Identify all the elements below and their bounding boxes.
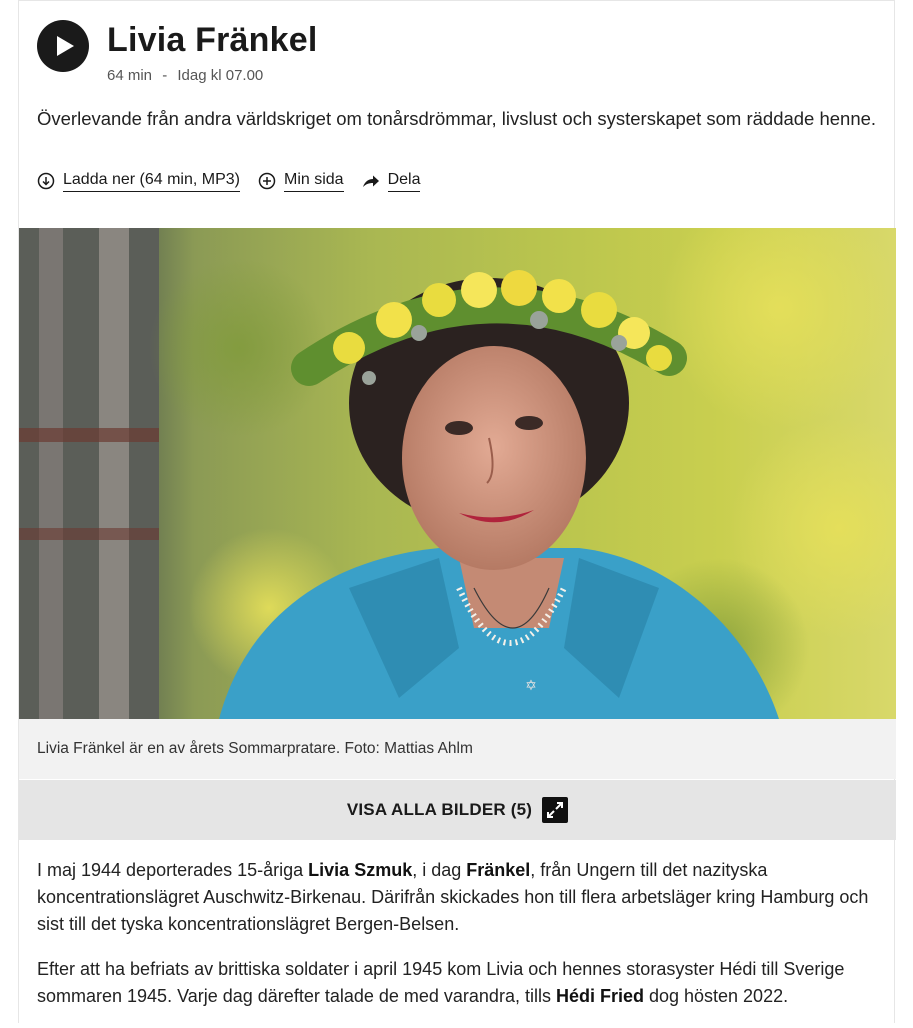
text-run: , i dag bbox=[412, 860, 467, 880]
expand-icon bbox=[542, 797, 569, 823]
my-page-button[interactable]: Min sida bbox=[258, 171, 344, 192]
share-button[interactable]: Dela bbox=[362, 171, 421, 192]
show-all-images-label: VISA ALLA BILDER (5) bbox=[346, 800, 533, 819]
text-run: dog hösten 2022. bbox=[643, 986, 789, 1006]
portrait-image: ✡ bbox=[19, 228, 896, 719]
episode-meta: 64 min - Idag kl 07.00 bbox=[107, 67, 263, 84]
svg-text:✡: ✡ bbox=[525, 678, 537, 694]
share-icon bbox=[362, 175, 379, 187]
download-button[interactable]: Ladda ner (64 min, MP3) bbox=[37, 171, 240, 192]
play-button[interactable] bbox=[37, 20, 89, 72]
episode-card: Livia Fränkel 64 min - Idag kl 07.00 Öve… bbox=[18, 0, 896, 1023]
play-icon bbox=[57, 36, 74, 56]
bold-name: Fränkel bbox=[466, 860, 531, 880]
add-icon bbox=[258, 172, 276, 190]
bold-name: Livia Szmuk bbox=[308, 860, 413, 880]
episode-title: Livia Fränkel bbox=[107, 21, 318, 59]
article-body: I maj 1944 deporterades 15-åriga Livia S… bbox=[37, 857, 882, 1028]
download-icon bbox=[37, 172, 55, 190]
bold-name: Hédi Fried bbox=[555, 986, 644, 1006]
episode-photo[interactable]: ✡ bbox=[19, 228, 896, 719]
episode-header: Livia Fränkel 64 min - Idag kl 07.00 bbox=[37, 19, 877, 89]
episode-actions: Ladda ner (64 min, MP3) Min sida Dela bbox=[37, 167, 438, 195]
share-label: Dela bbox=[387, 171, 421, 192]
text-run: I maj 1944 deporterades 15-åriga bbox=[37, 860, 309, 880]
article-paragraph: I maj 1944 deporterades 15-åriga Livia S… bbox=[37, 857, 882, 938]
download-label: Ladda ner (64 min, MP3) bbox=[63, 171, 240, 192]
my-page-label: Min sida bbox=[283, 171, 344, 192]
episode-duration: 64 min bbox=[107, 67, 153, 84]
article-paragraph: Efter att ha befriats av brittiska solda… bbox=[37, 956, 882, 1010]
caption-bar: Livia Fränkel är en av årets Sommarprata… bbox=[19, 719, 896, 779]
episode-description: Överlevande från andra världskriget om t… bbox=[37, 108, 877, 129]
meta-separator: - bbox=[162, 67, 168, 84]
show-all-images-button[interactable]: VISA ALLA BILDER (5) bbox=[19, 780, 896, 840]
photo-caption: Livia Fränkel är en av årets Sommarprata… bbox=[37, 740, 473, 757]
episode-air-time: Idag kl 07.00 bbox=[177, 67, 264, 84]
